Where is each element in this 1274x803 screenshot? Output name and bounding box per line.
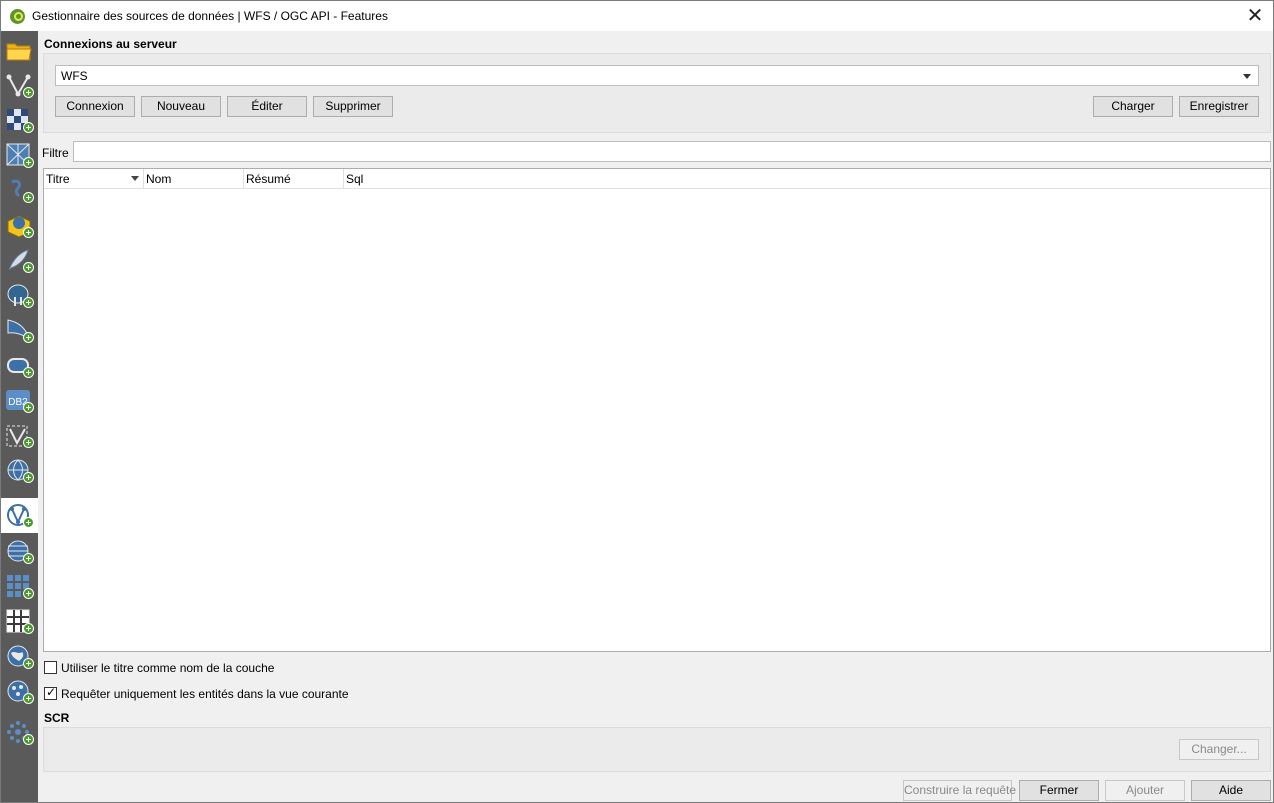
add-icon xyxy=(23,227,34,238)
add-icon xyxy=(23,517,34,528)
sidebar-item-xyz-tiles[interactable] xyxy=(1,569,38,604)
add-icon xyxy=(23,87,34,98)
source-type-sidebar: DB2 xyxy=(1,31,38,802)
save-connections-button[interactable]: Enregistrer xyxy=(1179,96,1259,117)
add-icon xyxy=(23,693,34,704)
add-icon xyxy=(23,553,34,564)
only-extent-label: Requêter uniquement les entités dans la … xyxy=(61,687,349,701)
folder-icon xyxy=(6,43,32,61)
add-icon xyxy=(23,437,34,448)
add-icon xyxy=(23,658,34,669)
sidebar-item-geonode[interactable] xyxy=(1,715,38,750)
change-crs-button[interactable]: Changer... xyxy=(1179,739,1259,760)
connection-select-value: WFS xyxy=(61,69,88,83)
sidebar-item-vector[interactable] xyxy=(1,68,38,103)
add-icon xyxy=(23,262,34,273)
connect-button[interactable]: Connexion xyxy=(55,96,135,117)
add-icon xyxy=(23,623,34,634)
load-connections-button[interactable]: Charger xyxy=(1093,96,1173,117)
window-title: Gestionnaire des sources de données | WF… xyxy=(32,9,388,23)
sidebar-item-oracle[interactable] xyxy=(1,348,38,383)
sidebar-item-arcgis-featureserver[interactable] xyxy=(1,674,38,709)
table-header: Titre Nom Résumé Sql xyxy=(44,169,1270,189)
use-title-checkbox[interactable] xyxy=(44,661,57,674)
column-header-abstract[interactable]: Résumé xyxy=(244,169,344,189)
crs-label: SCR xyxy=(44,711,70,725)
add-icon xyxy=(23,192,34,203)
close-button[interactable]: Fermer xyxy=(1019,780,1099,801)
sidebar-item-db2[interactable]: DB2 xyxy=(1,383,38,418)
qgis-logo-icon xyxy=(10,9,25,24)
sidebar-item-raster[interactable] xyxy=(1,103,38,138)
add-icon xyxy=(23,122,34,133)
add-icon xyxy=(23,402,34,413)
edit-connection-button[interactable]: Éditer xyxy=(227,96,307,117)
build-query-button[interactable]: Construire la requête xyxy=(903,780,1016,801)
data-source-manager-window: Gestionnaire des sources de données | WF… xyxy=(0,0,1274,803)
connection-select[interactable]: WFS xyxy=(55,65,1259,86)
add-button[interactable]: Ajouter xyxy=(1105,780,1185,801)
new-connection-button[interactable]: Nouveau xyxy=(141,96,221,117)
only-extent-checkbox[interactable] xyxy=(44,685,57,700)
sidebar-item-virtual-layer[interactable] xyxy=(1,418,38,453)
filter-label: Filtre xyxy=(42,146,69,160)
add-icon xyxy=(23,367,34,378)
use-title-label: Utiliser le titre comme nom de la couche xyxy=(61,661,275,675)
crs-group xyxy=(43,727,1271,772)
sidebar-item-vector-tiles[interactable] xyxy=(1,604,38,639)
column-header-title[interactable]: Titre xyxy=(44,169,144,189)
delete-connection-button[interactable]: Supprimer xyxy=(313,96,393,117)
column-header-sql[interactable]: Sql xyxy=(344,169,1270,189)
add-icon xyxy=(23,332,34,343)
help-button[interactable]: Aide xyxy=(1191,780,1271,801)
add-icon xyxy=(23,157,34,168)
sidebar-item-mssql[interactable] xyxy=(1,313,38,348)
server-connections-label: Connexions au serveur xyxy=(44,37,177,51)
sidebar-item-geopackage[interactable] xyxy=(1,208,38,243)
sidebar-item-mesh[interactable] xyxy=(1,138,38,173)
sidebar-item-delimited-text[interactable] xyxy=(1,173,38,208)
sidebar-item-wfs[interactable] xyxy=(1,498,38,533)
sidebar-item-browser[interactable] xyxy=(1,33,38,68)
add-icon xyxy=(23,588,34,599)
title-bar: Gestionnaire des sources de données | WF… xyxy=(1,1,1273,31)
layer-table[interactable]: Titre Nom Résumé Sql xyxy=(43,168,1271,652)
chevron-down-icon xyxy=(1243,74,1251,79)
filter-input[interactable] xyxy=(73,141,1271,162)
sidebar-item-wcs[interactable] xyxy=(1,534,38,569)
add-icon xyxy=(23,734,34,745)
sidebar-item-wms-wmts[interactable] xyxy=(1,453,38,488)
add-icon xyxy=(23,297,34,308)
sidebar-item-postgresql[interactable] xyxy=(1,278,38,313)
close-icon[interactable]: ✕ xyxy=(1243,4,1267,28)
sidebar-item-spatialite[interactable] xyxy=(1,243,38,278)
add-icon xyxy=(23,472,34,483)
sidebar-item-arcgis-mapserver[interactable] xyxy=(1,639,38,674)
sort-descending-icon xyxy=(131,176,139,181)
column-header-name[interactable]: Nom xyxy=(144,169,244,189)
